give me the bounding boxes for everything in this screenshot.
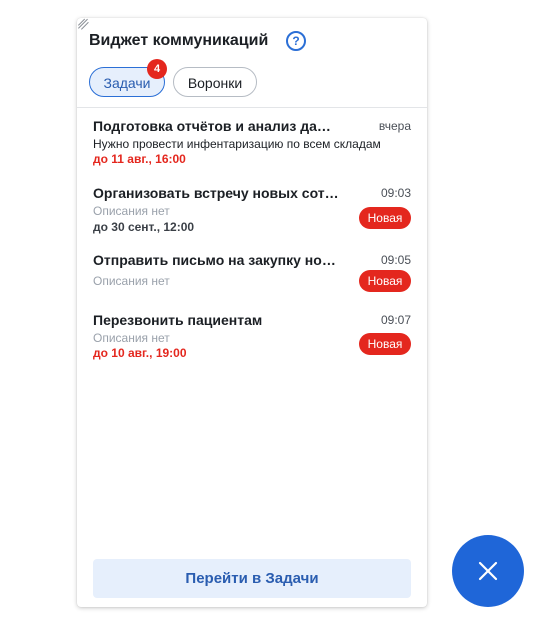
task-item[interactable]: Организовать встречу новых сотрудников 0…	[93, 185, 411, 237]
question-circle-icon[interactable]: ?	[286, 31, 306, 51]
header-divider	[77, 107, 427, 108]
task-title: Отправить письмо на закупку новых матери…	[93, 252, 339, 268]
task-due-date: до 10 авг., 19:00	[93, 346, 187, 360]
status-badge: Новая	[359, 270, 411, 292]
task-title: Организовать встречу новых сотрудников	[93, 185, 339, 201]
task-due-date: до 30 сент., 12:00	[93, 220, 195, 234]
task-item[interactable]: Подготовка отчётов и анализ данных вчера…	[93, 118, 411, 170]
tab-funnels-label: Воронки	[187, 75, 243, 91]
communications-widget: Виджет коммуникаций ? Задачи 4 Воронки П…	[77, 18, 427, 607]
task-item[interactable]: Перезвонить пациентам 09:07 Описания нет…	[93, 312, 411, 364]
task-title: Перезвонить пациентам	[93, 312, 263, 328]
tasks-count-badge: 4	[147, 59, 167, 79]
task-description: Описания нет	[93, 331, 170, 345]
task-due-date: до 11 авг., 16:00	[93, 152, 186, 166]
task-time: 09:07	[380, 313, 411, 327]
tab-tasks-label: Задачи	[103, 75, 151, 91]
tab-funnels[interactable]: Воронки	[173, 67, 257, 97]
widget-header: Виджет коммуникаций ?	[89, 30, 415, 54]
task-time: вчера	[378, 119, 411, 133]
status-badge: Новая	[359, 207, 411, 229]
task-description: Описания нет	[93, 274, 170, 288]
close-icon	[478, 561, 498, 581]
task-description: Нужно провести инфентаризацию по всем ск…	[93, 137, 381, 151]
status-badge: Новая	[359, 333, 411, 355]
task-item[interactable]: Отправить письмо на закупку новых матери…	[93, 252, 411, 298]
close-widget-button[interactable]	[452, 535, 524, 607]
go-to-tasks-button[interactable]: Перейти в Задачи	[93, 559, 411, 598]
task-title: Подготовка отчётов и анализ данных	[93, 118, 339, 134]
task-description: Описания нет	[93, 204, 170, 218]
resize-grip-icon[interactable]	[77, 18, 89, 30]
tab-tasks[interactable]: Задачи 4	[89, 59, 167, 97]
task-time: 09:05	[380, 253, 411, 267]
task-time: 09:03	[380, 186, 411, 200]
widget-title: Виджет коммуникаций	[89, 32, 269, 49]
